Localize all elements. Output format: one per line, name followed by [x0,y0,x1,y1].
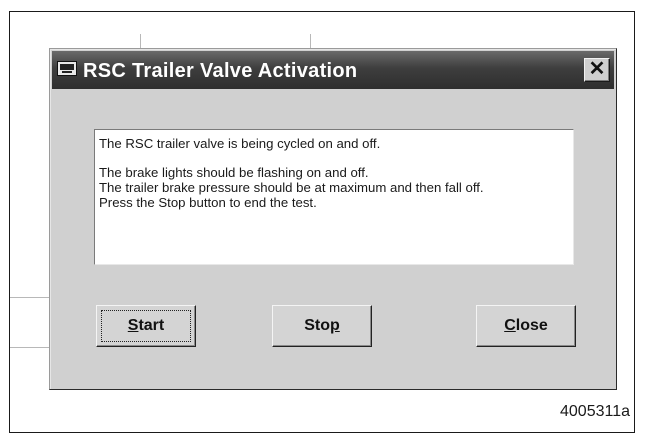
activation-dialog: RSC Trailer Valve Activation ✕ The RSC t… [49,48,617,390]
stop-button-label: Stop [304,317,340,334]
message-box: The RSC trailer valve is being cycled on… [94,129,574,265]
close-button[interactable]: Close [476,305,576,347]
background-line [10,297,50,298]
message-line: The brake lights should be flashing on a… [99,165,369,180]
close-icon: ✕ [588,58,606,80]
background-line [310,34,311,48]
close-button-label: Close [504,317,548,334]
title-bar[interactable]: RSC Trailer Valve Activation ✕ [52,51,614,89]
message-line: The trailer brake pressure should be at … [99,180,484,195]
start-button[interactable]: Start [96,305,196,347]
close-window-button[interactable]: ✕ [584,58,610,82]
message-line: The RSC trailer valve is being cycled on… [99,136,381,151]
figure-id: 4005311a [560,403,630,420]
message-line: Press the Stop button to end the test. [99,195,317,210]
dialog-title: RSC Trailer Valve Activation [83,60,358,82]
background-line [140,34,141,48]
stop-button[interactable]: Stop [272,305,372,347]
computer-icon [57,61,77,76]
background-line [10,347,50,348]
